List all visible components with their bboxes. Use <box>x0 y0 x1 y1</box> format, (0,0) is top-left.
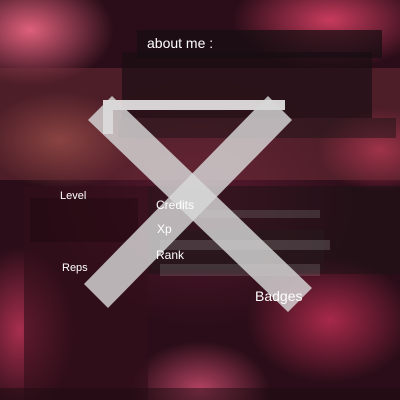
profile-card: about me : Level Reps Credits Xp Rank Ba… <box>0 0 400 400</box>
avatar-frame <box>103 100 285 134</box>
about-me-label: about me : <box>147 35 214 51</box>
level-label: Level <box>60 190 87 202</box>
xp-bar <box>160 240 330 250</box>
credits-label: Credits <box>156 198 195 212</box>
rank-label: Rank <box>156 248 185 262</box>
reps-label: Reps <box>62 262 88 274</box>
rank-bar <box>160 264 320 276</box>
badges-label: Badges <box>255 288 303 304</box>
credits-bar <box>200 210 320 218</box>
xp-label: Xp <box>157 222 172 236</box>
footer-strip <box>0 388 400 400</box>
level-box <box>30 198 138 242</box>
